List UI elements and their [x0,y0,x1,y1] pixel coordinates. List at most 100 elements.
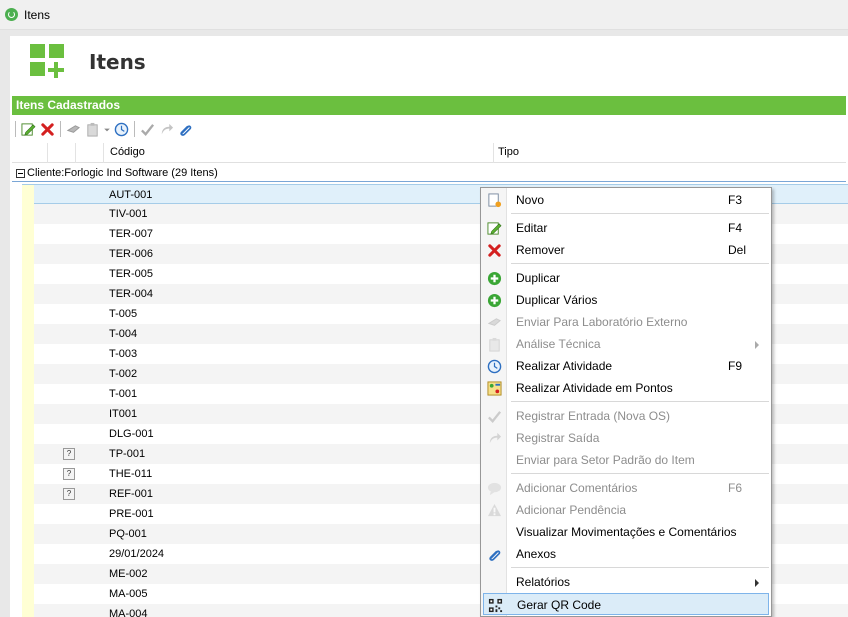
row-indicator [22,544,34,564]
menu-item-label: Remover [516,243,565,257]
blank-icon [486,524,502,540]
clock-icon[interactable] [113,121,130,138]
cell-code: TP-001 [109,448,146,460]
page-header: Itens [10,36,848,90]
row-indicator [22,584,34,604]
header-cell-indicator[interactable] [12,143,48,163]
menu-item-label: Novo [516,193,545,207]
menu-item-duplicar[interactable]: Duplicar [483,267,769,289]
menu-item-shortcut: F4 [728,221,743,235]
column-header-code[interactable]: Código [104,143,494,163]
menu-item-label: Análise Técnica [516,337,601,351]
row-indicator [22,404,34,424]
menu-item-gerar-qr-code[interactable]: Gerar QR Code [483,593,769,615]
menu-item-adicionar-comentarios[interactable]: Adicionar Comentários F6 [483,477,769,499]
group-row[interactable]: Cliente:Forlogic Ind Software (29 Itens) [12,166,846,182]
cell-code: T-004 [109,328,138,340]
menu-item-label: Editar [516,221,548,235]
menu-item-registrar-entrada-nova-os[interactable]: Registrar Entrada (Nova OS) [483,405,769,427]
question-icon: ? [63,468,75,480]
blank-icon [486,452,502,468]
row-indicator [22,244,34,264]
cell-code: REF-001 [109,488,154,500]
cell-code: THE-011 [109,468,153,480]
group-label: Cliente:Forlogic Ind Software (29 Itens) [27,167,218,179]
menu-item-novo[interactable]: Novo F3 [483,189,769,211]
menu-item-remover[interactable]: Remover Del [483,239,769,261]
warning-icon [486,502,502,518]
menu-item-label: Visualizar Movimentações e Comentários [516,525,737,539]
menu-item-shortcut: F3 [728,193,743,207]
cell-code: DLG-001 [109,428,154,440]
cell-code: TER-005 [109,268,154,280]
section-title: Itens Cadastrados [12,96,846,115]
checkmark-icon[interactable] [139,121,156,138]
cell-code: ME-002 [109,568,148,580]
menu-item-label: Relatórios [516,575,571,589]
menu-item-label: Registrar Entrada (Nova OS) [516,409,671,423]
title-bar: Itens [0,0,848,30]
add-items-icon [30,44,66,78]
clipboard-icon[interactable] [84,121,101,138]
row-indicator [22,564,34,584]
cell-code: MA-004 [109,608,148,617]
row-indicator [22,444,34,464]
paperclip-icon[interactable] [177,121,194,138]
menu-item-shortcut: F9 [728,359,743,373]
toolbar [12,118,846,140]
menu-item-adicionar-pendencia[interactable]: Adicionar Pendência [483,499,769,521]
menu-item-visualizar-movimentacoes-e-comentarios[interactable]: Visualizar Movimentações e Comentários [483,521,769,543]
grid-header: Código Tipo [12,143,846,163]
cell-code: PRE-001 [109,508,154,520]
row-indicator [22,464,34,484]
menu-item-label: Gerar QR Code [517,598,602,612]
context-menu: Novo F3 Editar F4 Remover Del Duplicar Duplicar… [480,187,772,617]
menu-item-label: Adicionar Pendência [516,503,627,517]
menu-item-anexos[interactable]: Anexos [483,543,769,565]
duplicate-many-icon [486,292,502,308]
menu-separator [511,401,769,402]
row-indicator [22,304,34,324]
menu-item-realizar-atividade[interactable]: Realizar Atividade F9 [483,355,769,377]
submenu-arrow-icon [755,341,759,349]
remove-icon[interactable] [39,121,56,138]
menu-item-realizar-atividade-em-pontos[interactable]: Realizar Atividade em Pontos [483,377,769,399]
menu-separator [511,263,769,264]
cell-code: IT001 [109,408,138,420]
menu-item-enviar-para-setor-padrao-do-item[interactable]: Enviar para Setor Padrão do Item [483,449,769,471]
toolbar-separator [60,121,61,137]
row-indicator [22,384,34,404]
menu-item-registrar-saida[interactable]: Registrar Saída [483,427,769,449]
menu-item-duplicar-varios[interactable]: Duplicar Vários [483,289,769,311]
cell-code: TER-004 [109,288,154,300]
toolbar-separator [134,121,135,137]
cell-code: AUT-001 [109,189,153,201]
page-title: Itens [89,50,146,74]
menu-item-editar[interactable]: Editar F4 [483,217,769,239]
qr-code-icon [487,597,503,613]
menu-item-enviar-para-laboratorio-externo[interactable]: Enviar Para Laboratório Externo [483,311,769,333]
cell-code: PQ-001 [109,528,147,540]
row-indicator [22,204,34,224]
cell-code: MA-005 [109,588,148,600]
header-cell-status[interactable] [76,143,104,163]
window-title: Itens [24,7,51,22]
column-header-type[interactable]: Tipo [494,143,846,163]
header-cell-flag[interactable] [48,143,76,163]
chevron-down-icon[interactable] [103,121,111,138]
menu-item-analise-tecnica[interactable]: Análise Técnica [483,333,769,355]
menu-item-relatorios[interactable]: Relatórios [483,571,769,593]
cell-code: TER-006 [109,248,154,260]
send-lab-icon[interactable] [65,121,82,138]
edit-icon[interactable] [20,121,37,138]
clock-icon [486,358,502,374]
comment-icon [486,480,502,496]
menu-item-label: Realizar Atividade [516,359,613,373]
menu-item-label: Registrar Saída [516,431,600,445]
menu-item-label: Enviar Para Laboratório Externo [516,315,688,329]
toolbar-grip [15,121,16,137]
new-document-icon [486,192,502,208]
forward-icon[interactable] [158,121,175,138]
collapse-icon[interactable] [16,169,25,178]
menu-item-label: Anexos [516,547,557,561]
